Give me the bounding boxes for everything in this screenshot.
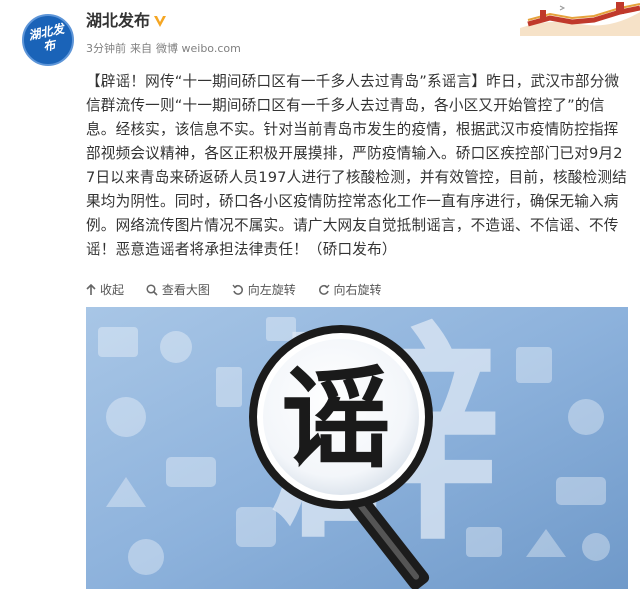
- post-meta: 3分钟前 来自 微博 weibo.com: [86, 40, 245, 58]
- rotate-right-icon: [318, 284, 330, 295]
- post-header: 湖北发布 湖北发布 3分钟前 来自 微博 weibo.com: [0, 0, 640, 72]
- post-text: 【辟谣！网传“十一期间硚口区有一千多人去过青岛”系谣言】昨日，武汉市部分微信群流…: [86, 73, 627, 258]
- avatar[interactable]: 湖北发布: [22, 14, 74, 66]
- rotate-left-label: 向左旋转: [247, 283, 296, 297]
- rotate-left-button[interactable]: 向左旋转: [232, 281, 296, 298]
- avatar-logo: 湖北发布: [27, 21, 66, 54]
- view-large-label: 查看大图: [161, 283, 210, 297]
- rotate-right-label: 向右旋转: [333, 283, 382, 297]
- rotate-left-icon: [232, 284, 243, 295]
- media-toolbar: 收起 查看大图 向左旋转 向右旋转: [86, 281, 400, 299]
- rotate-right-button[interactable]: 向右旋转: [318, 281, 382, 298]
- view-large-button[interactable]: 查看大图: [146, 281, 210, 298]
- collapse-label: 收起: [100, 283, 125, 297]
- post-source[interactable]: 微博 weibo.com: [156, 42, 241, 55]
- rumor-glyph: 谣: [281, 355, 391, 483]
- great-wall-banner: [520, 0, 640, 36]
- username[interactable]: 湖北发布: [86, 10, 150, 32]
- post-time[interactable]: 3分钟前: [86, 42, 126, 55]
- magnifier-icon: [146, 283, 158, 296]
- verified-icon: [154, 16, 166, 27]
- rumor-illustration: 辟 谣: [86, 307, 628, 589]
- collapse-button[interactable]: 收起: [86, 281, 124, 298]
- post-image[interactable]: 辟 谣: [86, 307, 628, 589]
- collapse-arrow-icon: [86, 283, 96, 295]
- source-prefix: 来自: [130, 42, 152, 55]
